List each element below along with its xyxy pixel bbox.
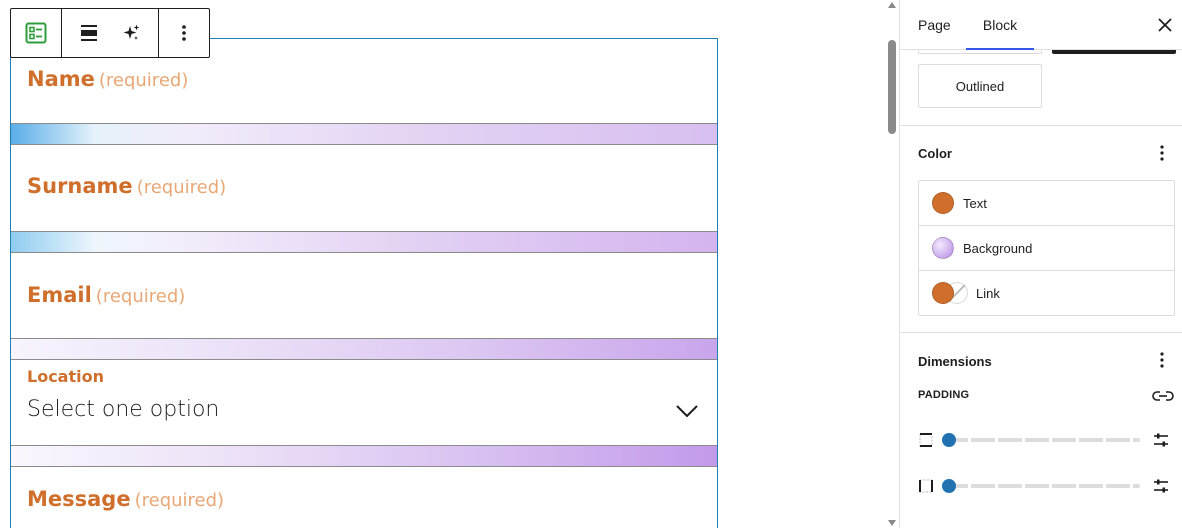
active-tab-indicator: [966, 48, 1034, 50]
form-block-icon[interactable]: [15, 9, 57, 57]
link-color-swatch: [932, 282, 954, 304]
chevron-down-icon[interactable]: [675, 403, 699, 419]
message-label-text: Message: [27, 487, 131, 511]
more-options-icon[interactable]: [163, 9, 205, 57]
scrollbar-thumb[interactable]: [888, 40, 896, 134]
message-required-text: (required): [134, 490, 225, 511]
surname-required-text: (required): [136, 177, 227, 198]
divider: [900, 125, 1182, 126]
padding-horizontal-slider-thumb[interactable]: [942, 479, 956, 493]
settings-sidebar: Page Block Outlined Color Text Backgroun…: [899, 0, 1182, 528]
link-sides-icon[interactable]: [1152, 388, 1174, 404]
padding-horizontal-icon: [919, 479, 933, 493]
name-required-text: (required): [98, 70, 189, 91]
sidebar-tabs: Page Block: [900, 0, 1182, 50]
sparkle-icon[interactable]: [110, 9, 152, 57]
text-color-swatch: [932, 192, 954, 214]
color-item-link[interactable]: Link: [919, 271, 1174, 316]
location-select[interactable]: Select one option: [27, 397, 219, 422]
color-section-title: Color: [918, 146, 952, 161]
background-color-swatch: [932, 237, 954, 259]
color-item-background[interactable]: Background: [919, 226, 1174, 271]
location-label: Location: [27, 367, 104, 386]
name-label-text: Name: [27, 67, 95, 91]
field-separator: [11, 123, 717, 145]
padding-vertical-slider[interactable]: [944, 438, 1140, 442]
custom-settings-icon[interactable]: [1152, 431, 1170, 449]
scroll-down-arrow-icon[interactable]: [888, 520, 896, 526]
dimensions-section-title: Dimensions: [918, 354, 992, 369]
custom-settings-icon[interactable]: [1152, 477, 1170, 495]
form-block[interactable]: Name (required) Surname (required) Email (r…: [10, 38, 718, 528]
align-icon[interactable]: [68, 9, 110, 57]
padding-horizontal-row: [918, 476, 1178, 496]
color-options-icon[interactable]: [1154, 144, 1170, 162]
padding-label: Padding: [918, 389, 970, 401]
email-required-text: (required): [95, 286, 186, 307]
close-icon[interactable]: [1156, 16, 1174, 34]
padding-horizontal-slider[interactable]: [944, 484, 1140, 488]
padding-vertical-slider-thumb[interactable]: [942, 433, 956, 447]
field-separator: [11, 445, 717, 467]
surname-label-text: Surname: [27, 174, 133, 198]
color-item-label: Background: [963, 241, 1033, 256]
color-item-label: Link: [976, 286, 1000, 301]
email-field-label[interactable]: Email (required): [27, 283, 185, 307]
dimensions-options-icon[interactable]: [1154, 351, 1170, 369]
tab-block[interactable]: Block: [966, 0, 1034, 50]
color-panel: Text Background Link: [918, 180, 1175, 316]
block-toolbar: [10, 8, 210, 58]
email-label-text: Email: [27, 283, 92, 307]
editor-canvas: Name (required) Surname (required) Email (r…: [0, 0, 886, 528]
field-separator: [11, 338, 717, 360]
tab-page[interactable]: Page: [918, 0, 951, 50]
color-item-text[interactable]: Text: [919, 181, 1174, 226]
field-separator: [11, 231, 717, 253]
padding-vertical-row: [918, 430, 1178, 450]
scroll-up-arrow-icon[interactable]: [888, 2, 896, 8]
name-field-label[interactable]: Name (required): [27, 67, 188, 91]
padding-vertical-icon: [919, 433, 933, 447]
style-outlined-button[interactable]: Outlined: [918, 64, 1042, 108]
color-item-label: Text: [963, 196, 987, 211]
message-field-label[interactable]: Message (required): [27, 487, 224, 511]
surname-field-label[interactable]: Surname (required): [27, 174, 226, 198]
divider: [900, 332, 1182, 333]
